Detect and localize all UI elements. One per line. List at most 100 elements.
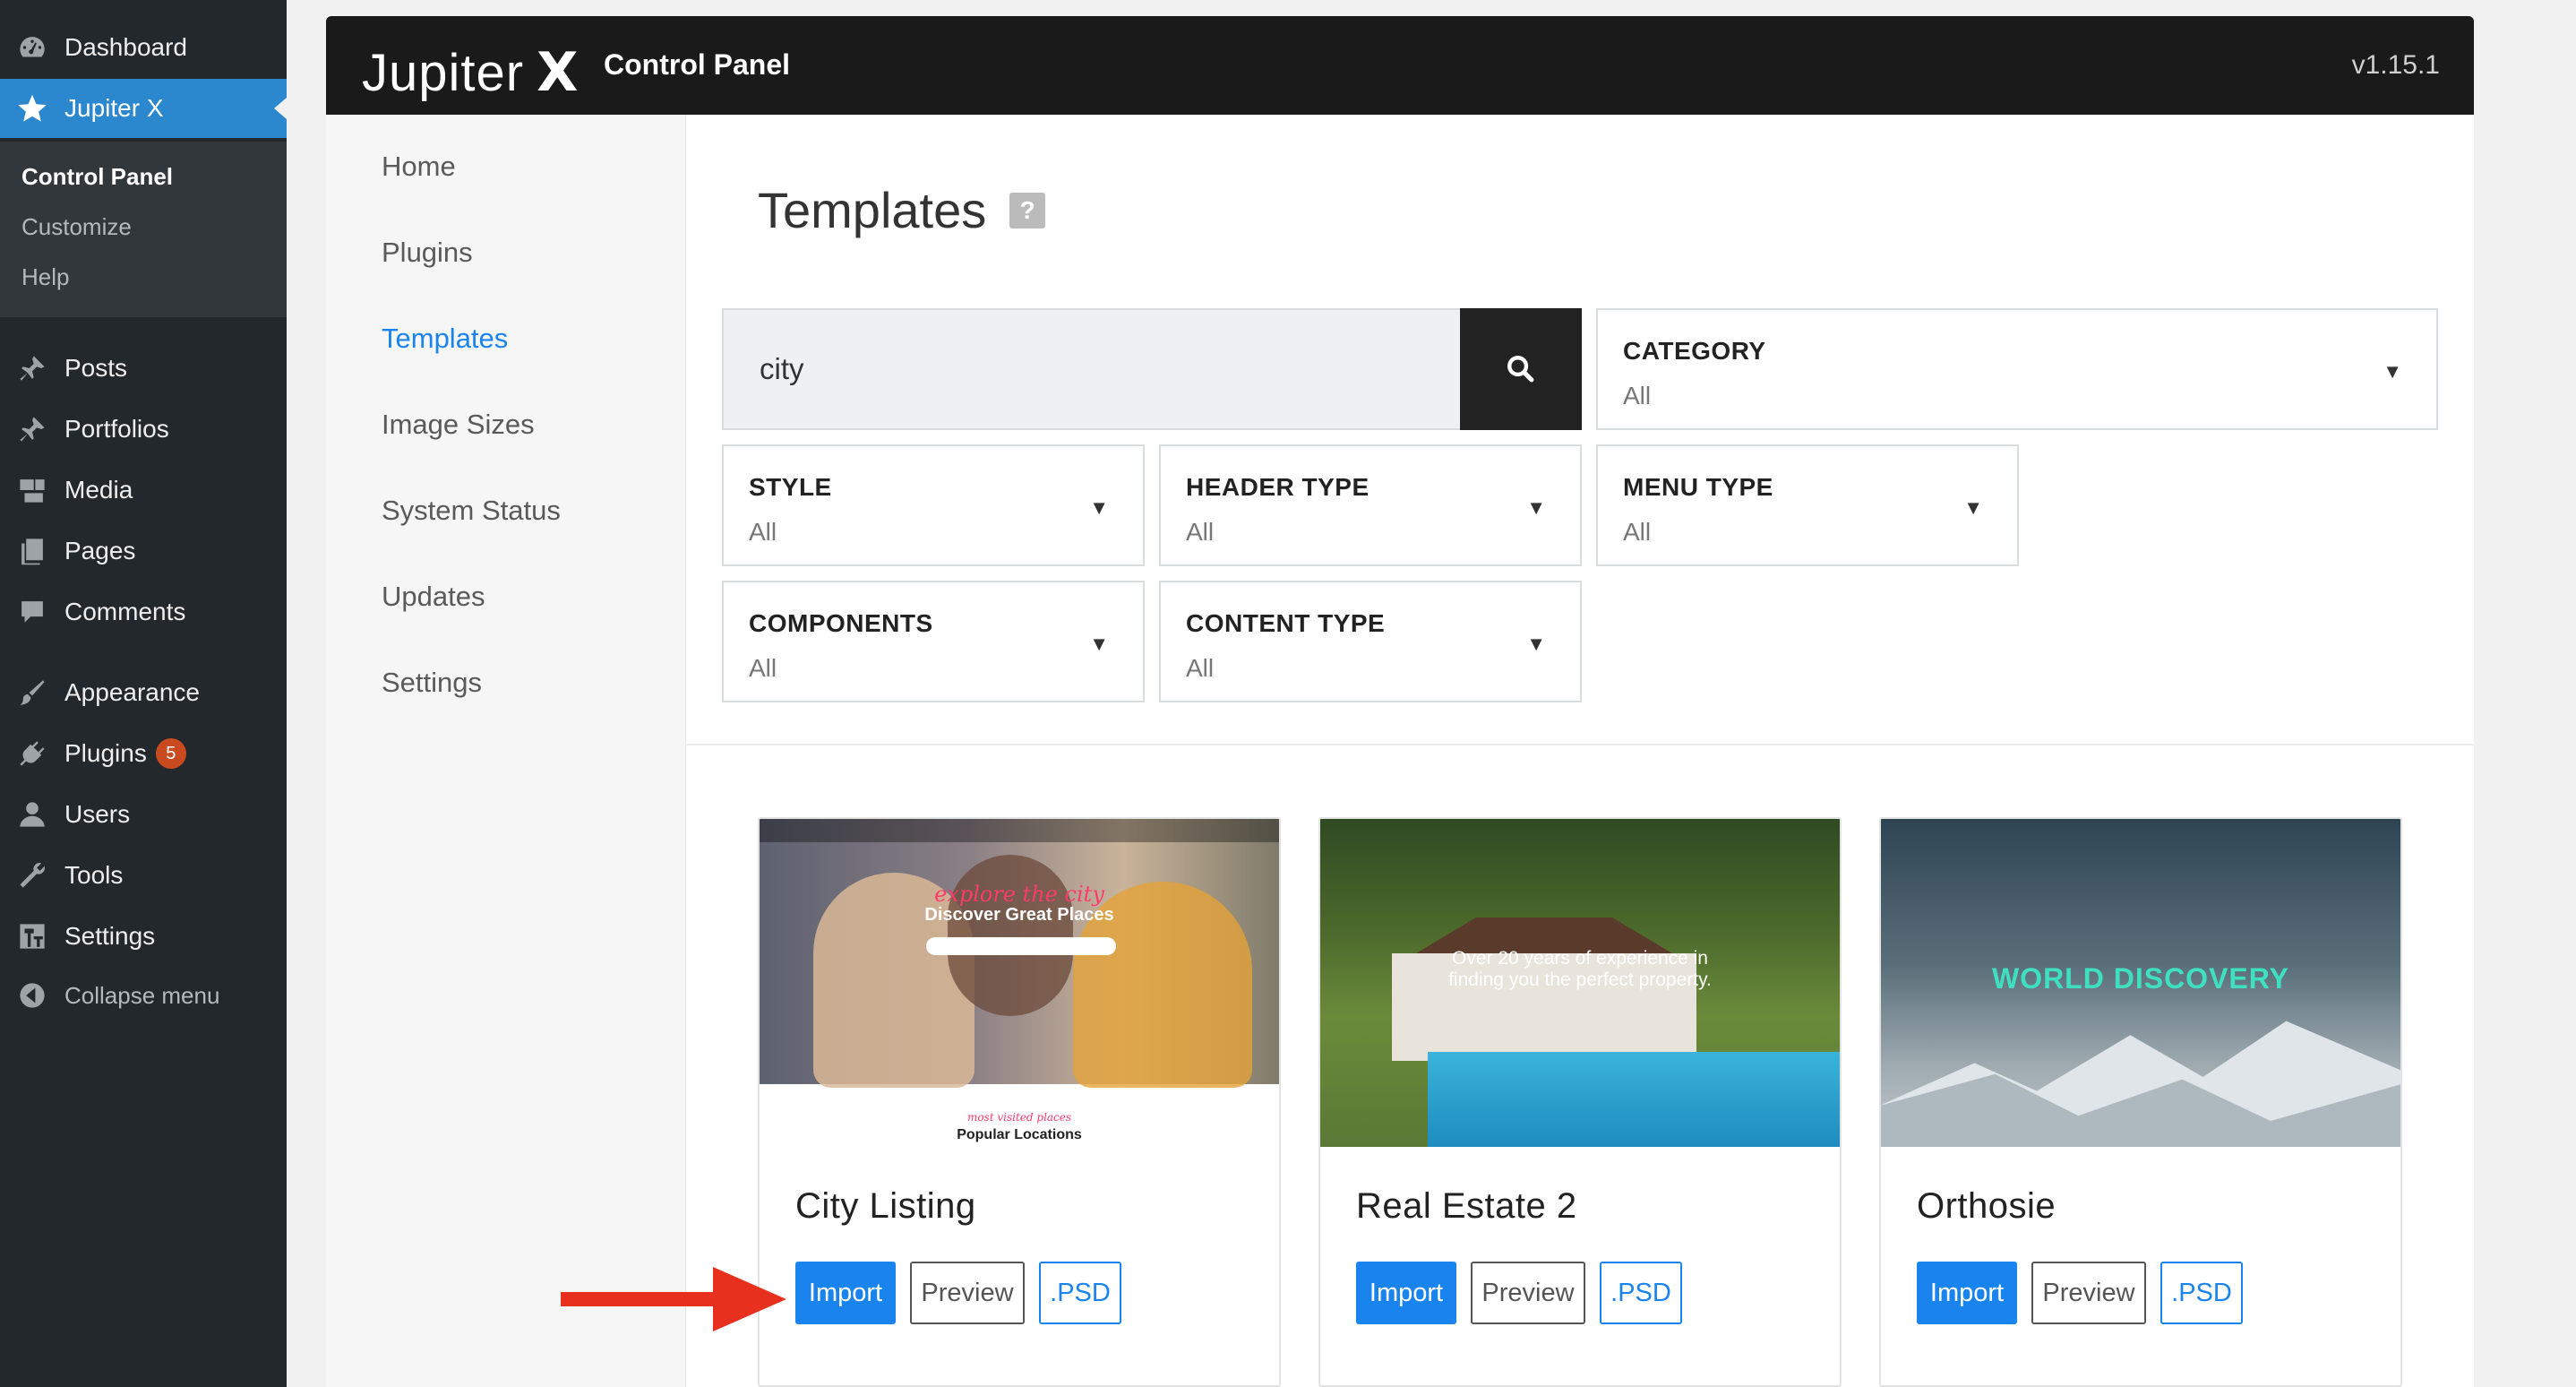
- template-thumbnail[interactable]: Over 20 years of experience in finding y…: [1320, 819, 1840, 1147]
- menu-users[interactable]: Users: [0, 785, 287, 844]
- menu-appearance[interactable]: Appearance: [0, 663, 287, 722]
- menu-dashboard[interactable]: Dashboard: [0, 18, 287, 77]
- psd-button[interactable]: .PSD: [1600, 1262, 1682, 1324]
- chevron-down-icon: ▼: [2383, 360, 2402, 383]
- template-card-real-estate-2: Over 20 years of experience in finding y…: [1318, 817, 1842, 1387]
- content-type-filter-value: All: [1186, 654, 1215, 682]
- jupiterx-submenu: Control Panel Customize Help: [0, 142, 287, 317]
- thumb-sub-heading: Popular Locations: [957, 1127, 1082, 1142]
- category-filter-value: All: [1623, 382, 1652, 409]
- section-divider: [686, 744, 2474, 745]
- brush-icon: [16, 676, 48, 709]
- style-filter[interactable]: STYLE All ▼: [722, 444, 1145, 566]
- pin-icon: [16, 413, 48, 445]
- template-thumbnail[interactable]: explore the city Discover Great Places m…: [760, 819, 1279, 1147]
- category-filter[interactable]: CATEGORY All ▼: [1596, 308, 2438, 430]
- chevron-down-icon: ▼: [1089, 633, 1109, 655]
- preview-button[interactable]: Preview: [1471, 1262, 1585, 1324]
- thumb-heading: Discover Great Places: [924, 905, 1114, 925]
- template-card-city-listing: explore the city Discover Great Places m…: [758, 817, 1281, 1387]
- wrench-icon: [16, 859, 48, 892]
- components-filter[interactable]: COMPONENTS All ▼: [722, 581, 1145, 702]
- menu-tools[interactable]: Tools: [0, 846, 287, 905]
- wp-admin-sidebar: Dashboard Jupiter X Control Panel Custom…: [0, 0, 287, 1387]
- menu-media[interactable]: Media: [0, 461, 287, 520]
- style-filter-label: STYLE: [749, 473, 832, 501]
- version-label: v1.15.1: [2351, 50, 2440, 80]
- panel-title: Control Panel: [604, 48, 791, 81]
- nav-updates[interactable]: Updates: [382, 581, 485, 613]
- search-button[interactable]: [1460, 308, 1582, 430]
- template-name: Real Estate 2: [1356, 1186, 1577, 1226]
- menu-posts[interactable]: Posts: [0, 339, 287, 398]
- thumb-search-bar: [926, 937, 1116, 955]
- menu-users-label: Users: [64, 800, 131, 828]
- nav-home[interactable]: Home: [382, 151, 456, 183]
- submenu-customize[interactable]: Customize: [21, 213, 132, 241]
- style-filter-value: All: [749, 518, 777, 546]
- template-thumbnail[interactable]: WORLD DISCOVERY: [1881, 819, 2400, 1147]
- thumb-text-line1: Over 20 years of experience in: [1452, 948, 1708, 969]
- user-icon: [16, 798, 48, 831]
- template-search-input[interactable]: city: [722, 308, 1462, 430]
- nav-plugins[interactable]: Plugins: [382, 237, 473, 269]
- components-filter-label: COMPONENTS: [749, 609, 933, 637]
- menu-jupiterx[interactable]: Jupiter X: [0, 79, 287, 138]
- components-filter-value: All: [749, 654, 777, 682]
- jupiterx-logo: Jupiter X: [362, 41, 579, 104]
- collapse-icon: [16, 979, 48, 1012]
- menu-plugins-label: Plugins: [64, 739, 147, 767]
- page-title: Templates ?: [758, 181, 1046, 239]
- submenu-control-panel[interactable]: Control Panel: [21, 163, 173, 191]
- logo-text: Jupiter: [362, 43, 525, 102]
- nav-image-sizes[interactable]: Image Sizes: [382, 409, 535, 441]
- thumb-person: [948, 855, 1073, 1016]
- menu-collapse-label: Collapse menu: [64, 981, 220, 1009]
- chevron-down-icon: ▼: [1526, 633, 1546, 655]
- menu-pages-label: Pages: [64, 537, 136, 564]
- chevron-down-icon: ▼: [1526, 496, 1546, 519]
- menu-type-filter-label: MENU TYPE: [1623, 473, 1773, 501]
- pages-icon: [16, 535, 48, 567]
- nav-settings[interactable]: Settings: [382, 667, 482, 699]
- menu-portfolios[interactable]: Portfolios: [0, 400, 287, 459]
- menu-plugins[interactable]: Plugins 5: [0, 724, 287, 783]
- import-button[interactable]: Import: [1917, 1262, 2017, 1324]
- menu-type-filter[interactable]: MENU TYPE All ▼: [1596, 444, 2019, 566]
- category-filter-label: CATEGORY: [1623, 337, 1766, 365]
- control-panel-nav: Home Plugins Templates Image Sizes Syste…: [326, 115, 686, 1387]
- nav-templates[interactable]: Templates: [382, 323, 508, 355]
- psd-button[interactable]: .PSD: [1039, 1262, 1121, 1324]
- page-title-text: Templates: [758, 182, 987, 238]
- menu-comments[interactable]: Comments: [0, 582, 287, 642]
- header-type-filter-value: All: [1186, 518, 1215, 546]
- menu-type-filter-value: All: [1623, 518, 1652, 546]
- thumb-script-text: explore the city: [934, 882, 1104, 907]
- nav-system-status[interactable]: System Status: [382, 495, 561, 527]
- psd-button[interactable]: .PSD: [2160, 1262, 2243, 1324]
- menu-dashboard-label: Dashboard: [64, 33, 187, 61]
- preview-button[interactable]: Preview: [2031, 1262, 2146, 1324]
- thumb-sub-script: most visited places: [966, 1111, 1072, 1124]
- menu-pages[interactable]: Pages: [0, 521, 287, 581]
- pin-icon: [16, 352, 48, 384]
- import-button[interactable]: Import: [1356, 1262, 1456, 1324]
- header-type-filter[interactable]: HEADER TYPE All ▼: [1159, 444, 1582, 566]
- submenu-help[interactable]: Help: [21, 263, 69, 291]
- settings-icon: [16, 920, 48, 952]
- help-icon[interactable]: ?: [1009, 192, 1046, 228]
- import-button[interactable]: Import: [795, 1262, 896, 1324]
- media-icon: [16, 474, 48, 506]
- dashboard-icon: [16, 31, 48, 64]
- plug-icon: [16, 737, 48, 770]
- content-type-filter[interactable]: CONTENT TYPE All ▼: [1159, 581, 1582, 702]
- menu-portfolios-label: Portfolios: [64, 415, 169, 443]
- red-arrow-icon: [561, 1267, 786, 1331]
- menu-collapse[interactable]: Collapse menu: [0, 966, 287, 1025]
- header-type-filter-label: HEADER TYPE: [1186, 473, 1370, 501]
- preview-button[interactable]: Preview: [910, 1262, 1025, 1324]
- menu-settings[interactable]: Settings: [0, 907, 287, 966]
- menu-settings-label: Settings: [64, 922, 156, 950]
- menu-posts-label: Posts: [64, 354, 128, 382]
- thumb-heading: WORLD DISCOVERY: [1991, 962, 2290, 995]
